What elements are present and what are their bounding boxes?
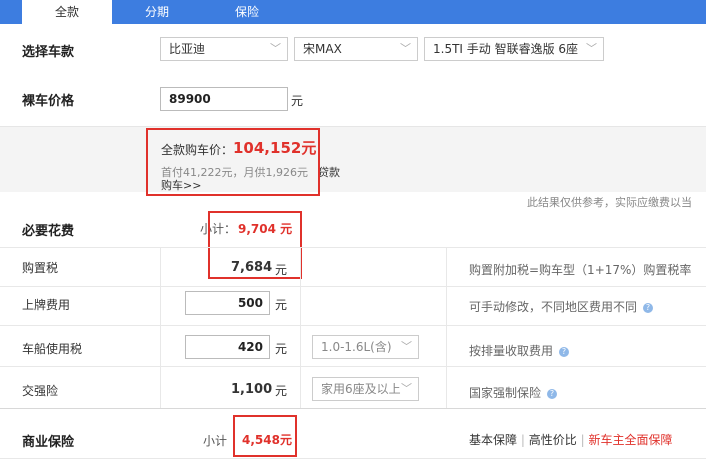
chevron-down-icon: ﹀ <box>400 42 411 55</box>
vehicle-tax-input[interactable]: 420 <box>185 335 270 359</box>
purchase-tax-value: 7,684 <box>231 260 273 275</box>
model-select[interactable]: 宋MAX ﹀ <box>294 37 418 61</box>
divider <box>0 325 706 326</box>
required-costs-label: 必要花费 <box>22 224 75 239</box>
question-circle-icon[interactable]: ? <box>643 302 654 313</box>
brand-select-value: 比亚迪 <box>169 42 206 56</box>
divider <box>0 366 706 367</box>
displacement-select-value: 1.0-1.6L(含) <box>321 340 392 354</box>
question-circle-icon[interactable]: ? <box>547 388 558 399</box>
disclaimer-text: 此结果仅供参考，实际应缴费以当 <box>527 196 692 209</box>
divider <box>446 247 447 408</box>
brand-select[interactable]: 比亚迪 ﹀ <box>160 37 288 61</box>
model-select-value: 宋MAX <box>303 42 342 56</box>
highlight-box <box>146 128 320 196</box>
coverage-value-link[interactable]: 高性价比 <box>529 433 577 447</box>
plate-fee-input[interactable]: 500 <box>185 291 270 315</box>
coverage-full-link[interactable]: 新车主全面保障 <box>588 433 672 447</box>
purchase-tax-hint: 购置附加税=购车型（1+17%）购置税率 <box>469 263 692 277</box>
divider <box>0 286 706 287</box>
trim-select[interactable]: 1.5TI 手动 智联睿逸版 6座 ﹀ <box>424 37 604 61</box>
divider <box>0 458 706 459</box>
divider <box>160 247 161 408</box>
highlight-box <box>233 415 297 457</box>
compulsory-label: 交强险 <box>22 384 59 398</box>
plate-fee-hint-row: 可手动修改，不同地区费用不同? <box>469 298 654 315</box>
tab-installment[interactable]: 分期 <box>112 0 202 24</box>
displacement-select[interactable]: 1.0-1.6L(含) ﹀ <box>312 335 419 359</box>
chevron-down-icon: ﹀ <box>401 340 412 353</box>
bare-price-label: 裸车价格 <box>22 94 75 109</box>
chevron-down-icon: ﹀ <box>270 42 281 55</box>
plate-fee-unit: 元 <box>275 298 288 312</box>
compulsory-unit: 元 <box>275 384 288 398</box>
commercial-insurance-label: 商业保险 <box>22 435 75 450</box>
summary-panel <box>0 126 706 192</box>
question-circle-icon[interactable]: ? <box>559 346 570 357</box>
coverage-links: 基本保障 | 高性价比 | 新车主全面保障 <box>469 431 672 448</box>
plate-fee-hint: 可手动修改，不同地区费用不同 <box>469 300 638 314</box>
purchase-tax-unit: 元 <box>275 263 288 277</box>
divider <box>0 247 706 248</box>
compulsory-hint-row: 国家强制保险? <box>469 384 558 401</box>
seat-type-select-value: 家用6座及以上 <box>321 382 401 396</box>
chevron-down-icon: ﹀ <box>586 42 597 55</box>
trim-select-value: 1.5TI 手动 智联睿逸版 6座 <box>433 42 579 56</box>
vehicle-tax-unit: 元 <box>275 342 288 356</box>
seat-type-select[interactable]: 家用6座及以上 ﹀ <box>312 377 419 401</box>
bare-price-input[interactable]: 89900 <box>160 87 288 111</box>
tab-full-payment[interactable]: 全款 <box>22 0 112 24</box>
loan-link[interactable]: 贷款 <box>318 164 340 180</box>
commercial-subtotal-label: 小计 <box>203 434 228 448</box>
vehicle-tax-label: 车船使用税 <box>22 342 83 356</box>
vehicle-tax-hint: 按排量收取费用 <box>469 344 554 358</box>
select-car-label: 选择车款 <box>22 45 75 60</box>
chevron-down-icon: ﹀ <box>401 382 412 395</box>
purchase-tax-label: 购置税 <box>22 261 59 275</box>
tab-bar: 全款 分期 保险 <box>0 0 706 24</box>
compulsory-value: 1,100 <box>231 382 273 397</box>
divider <box>300 247 301 408</box>
separator: | <box>520 433 525 447</box>
bare-price-unit: 元 <box>291 94 304 108</box>
tab-insurance[interactable]: 保险 <box>202 0 292 24</box>
plate-fee-label: 上牌费用 <box>22 298 71 312</box>
coverage-basic-link[interactable]: 基本保障 <box>469 433 517 447</box>
separator: | <box>580 433 585 447</box>
compulsory-hint: 国家强制保险 <box>469 386 542 400</box>
vehicle-tax-hint-row: 按排量收取费用? <box>469 342 570 359</box>
divider <box>0 408 706 409</box>
